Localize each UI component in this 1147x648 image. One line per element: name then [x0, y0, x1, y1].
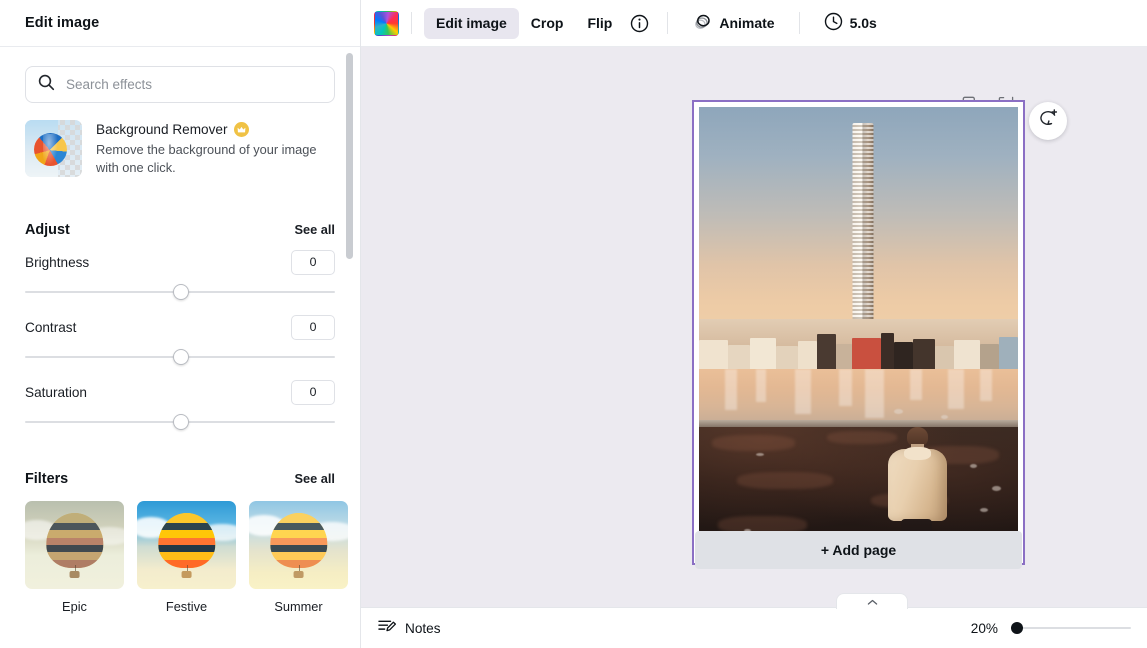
filters-see-all-link[interactable]: See all	[294, 471, 335, 486]
sidebar-header: Edit image	[0, 0, 360, 47]
search-input[interactable]	[66, 77, 322, 92]
animate-circles-icon	[692, 12, 712, 34]
left-sidebar: Edit image	[0, 0, 361, 648]
adjust-section-header: Adjust See all	[25, 222, 335, 238]
image-editor-app: Edit image	[0, 0, 1147, 648]
duration-button[interactable]: 5.0s	[812, 8, 889, 39]
add-comment-icon	[1038, 108, 1059, 134]
brightness-label: Brightness	[25, 255, 89, 270]
filter-label-festive: Festive	[137, 599, 236, 614]
background-remover-title: Background Remover	[96, 122, 227, 137]
notes-button[interactable]: Notes	[377, 617, 441, 639]
zoom-slider-handle[interactable]	[1011, 622, 1023, 634]
toolbar-divider-3	[799, 12, 800, 34]
zoom-level-label: 20%	[964, 621, 998, 636]
top-toolbar: Edit image Crop Flip	[361, 0, 1147, 47]
filter-item-festive[interactable]: Festive	[137, 501, 236, 614]
bottom-bar: Notes 20%	[361, 607, 1147, 648]
zoom-controls: 20%	[964, 620, 1131, 636]
notes-label: Notes	[405, 621, 441, 636]
filters-section-header: Filters See all	[25, 471, 335, 487]
brightness-slider-handle[interactable]	[173, 284, 189, 300]
duration-label: 5.0s	[850, 15, 877, 31]
filter-thumbnail-summer	[249, 501, 348, 589]
contrast-slider-handle[interactable]	[173, 349, 189, 365]
canvas-area[interactable]: + Add page	[361, 47, 1147, 607]
contrast-label: Contrast	[25, 320, 76, 335]
filter-thumbnail-epic	[25, 501, 124, 589]
adjust-see-all-link[interactable]: See all	[294, 222, 335, 237]
saturation-slider-handle[interactable]	[173, 414, 189, 430]
search-effects-field[interactable]	[25, 66, 335, 103]
saturation-value-input[interactable]: 0	[291, 380, 335, 405]
beach-ball-icon	[34, 133, 67, 166]
animate-label: Animate	[719, 15, 774, 31]
filters-section: Filters See all	[25, 471, 335, 614]
brightness-value-input[interactable]: 0	[291, 250, 335, 275]
edit-image-tab[interactable]: Edit image	[424, 8, 519, 39]
canvas-photo[interactable]	[699, 107, 1018, 558]
main-area: Edit image Crop Flip	[361, 0, 1147, 648]
saturation-slider[interactable]	[25, 411, 335, 433]
clock-icon	[824, 12, 843, 34]
sidebar-scrollbar-thumb[interactable]	[346, 53, 353, 259]
filter-item-summer[interactable]: Summer	[249, 501, 348, 614]
brightness-control: Brightness 0	[25, 248, 335, 303]
flip-button[interactable]: Flip	[575, 8, 624, 39]
chevron-up-icon	[867, 593, 878, 611]
animate-button[interactable]: Animate	[680, 8, 786, 39]
adjust-section: Adjust See all Brightness 0 Contras	[25, 222, 335, 433]
brightness-slider[interactable]	[25, 281, 335, 303]
background-remover-description: Remove the background of your image with…	[96, 141, 328, 177]
contrast-control: Contrast 0	[25, 313, 335, 368]
background-remover-card[interactable]: Background Remover Remove the background…	[25, 120, 335, 177]
crop-button[interactable]: Crop	[519, 8, 576, 39]
background-remover-thumbnail	[25, 120, 82, 177]
contrast-slider[interactable]	[25, 346, 335, 368]
search-icon	[38, 74, 55, 96]
filter-thumbnail-festive	[137, 501, 236, 589]
saturation-control: Saturation 0	[25, 378, 335, 433]
filters-title: Filters	[25, 471, 68, 487]
zoom-slider[interactable]	[1011, 620, 1131, 636]
toolbar-divider	[411, 12, 412, 34]
add-page-button[interactable]: + Add page	[695, 531, 1022, 569]
photo-turning-tower	[853, 123, 874, 335]
selected-image-frame[interactable]	[692, 100, 1025, 565]
info-circle-icon[interactable]	[624, 8, 655, 39]
adjust-title: Adjust	[25, 222, 70, 238]
sidebar-scrollbar[interactable]	[346, 53, 353, 642]
sidebar-scroll-body: Background Remover Remove the background…	[0, 47, 360, 648]
photo-water-reflection	[699, 369, 1018, 423]
crown-icon	[234, 122, 249, 137]
filter-label-summer: Summer	[249, 599, 348, 614]
filter-label-epic: Epic	[25, 599, 124, 614]
rainbow-gradient-thumbnail-icon[interactable]	[374, 11, 399, 36]
toolbar-divider-2	[667, 12, 668, 34]
photo-skyline-buildings	[699, 319, 1018, 369]
contrast-value-input[interactable]: 0	[291, 315, 335, 340]
filters-grid: Epic	[25, 501, 335, 614]
sidebar-panel-title: Edit image	[25, 15, 99, 31]
filter-item-epic[interactable]: Epic	[25, 501, 124, 614]
saturation-label: Saturation	[25, 385, 87, 400]
collapse-panel-toggle[interactable]	[836, 593, 908, 609]
notes-pencil-icon	[377, 617, 396, 639]
add-comment-button[interactable]	[1029, 102, 1067, 140]
